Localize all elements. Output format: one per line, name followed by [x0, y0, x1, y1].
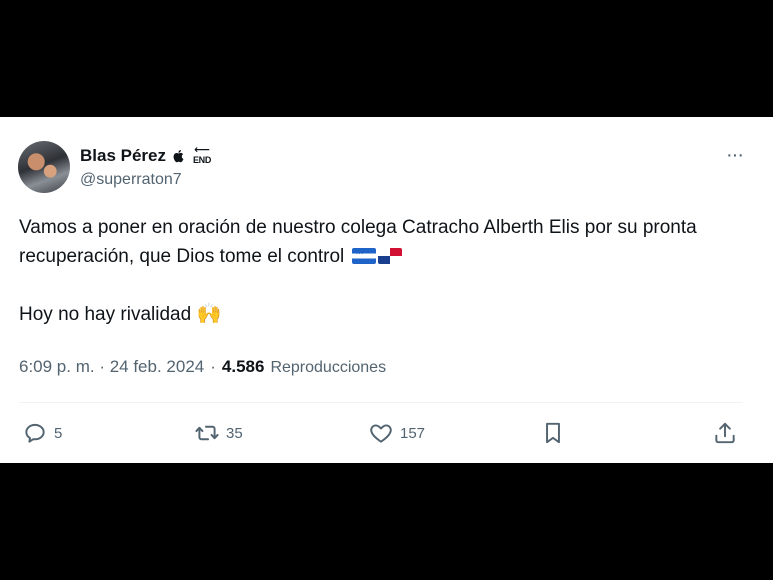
arrow-left-icon: ⟵ — [194, 144, 210, 156]
bookmark-button[interactable] — [540, 420, 566, 446]
retweet-count: 35 — [226, 424, 243, 442]
views-count[interactable]: 4.586 — [222, 357, 265, 377]
tweet-text: Vamos a poner en oración de nuestro cole… — [19, 213, 754, 329]
reply-count: 5 — [54, 424, 63, 442]
share-button[interactable] — [712, 420, 738, 446]
meta-separator: · — [210, 357, 216, 376]
like-count: 157 — [400, 424, 426, 442]
apple-icon — [173, 150, 184, 163]
tweet-card: Blas Pérez ⟵ END @superraton7 ··· Vamos … — [0, 117, 773, 463]
retweet-icon — [195, 425, 219, 441]
tweet-meta: 6:09 p. m. · 24 feb. 2024 · 4.586 Reprod… — [19, 357, 386, 377]
panama-flag-icon — [377, 248, 402, 264]
retweet-button[interactable]: 35 — [194, 420, 243, 446]
author-handle[interactable]: @superraton7 — [80, 171, 182, 189]
tweet-line-2: Hoy no hay rivalidad — [19, 304, 192, 325]
author-name[interactable]: Blas Pérez — [80, 146, 166, 166]
like-button[interactable]: 157 — [368, 420, 425, 446]
action-bar: 5 35 157 — [22, 420, 742, 446]
views-label[interactable]: Reproducciones — [270, 359, 386, 377]
tweet-paragraph: Hoy no hay rivalidad 🙌 — [19, 300, 754, 329]
raising-hands-icon: 🙌 — [196, 303, 222, 325]
share-icon — [715, 422, 735, 444]
more-icon[interactable]: ··· — [726, 145, 744, 165]
end-badge: ⟵ END — [190, 145, 214, 167]
author-row: Blas Pérez ⟵ END — [80, 145, 214, 167]
reply-icon — [25, 423, 45, 443]
bookmark-icon — [546, 422, 560, 444]
heart-icon — [370, 424, 392, 443]
avatar[interactable] — [18, 141, 70, 193]
honduras-flag-icon — [351, 248, 376, 264]
badge-text: END — [192, 155, 212, 165]
tweet-paragraph: Vamos a poner en oración de nuestro cole… — [19, 213, 754, 271]
reply-button[interactable]: 5 — [22, 420, 62, 446]
divider — [19, 402, 743, 403]
timestamp[interactable]: 6:09 p. m. · 24 feb. 2024 — [19, 357, 204, 377]
